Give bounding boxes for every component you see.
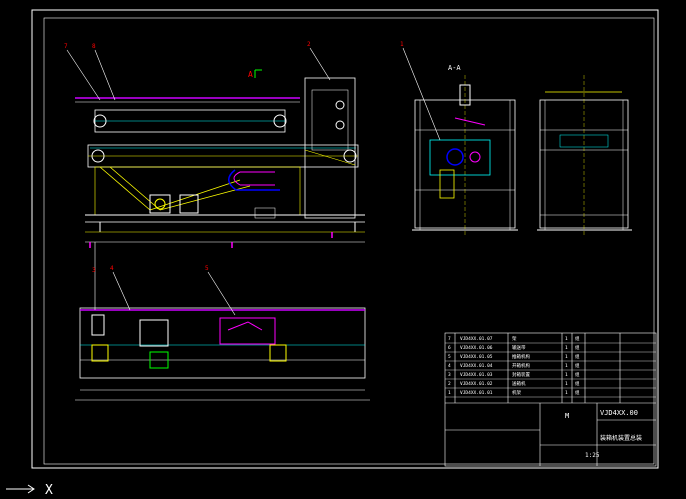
bom-cell-no: 2: [448, 381, 451, 387]
bom-cell-mat: 组: [575, 344, 580, 351]
bom-table: 7 VJD4XX.01.07 架 1 组 6 VJD4XX.01.06 输送带 1 组 5 VJD4X…: [445, 335, 656, 398]
bom-cell-code: VJD4XX.01.01: [460, 390, 493, 396]
leader-label: 7: [64, 43, 68, 50]
bom-cell-qty: 1: [565, 381, 568, 387]
part-number: VJD4XX.00: [600, 409, 638, 417]
bom-cell-name: 机架: [512, 389, 521, 396]
bom-cell-no: 3: [448, 372, 451, 378]
bom-cell-mat: 组: [575, 380, 580, 387]
bom-cell-name: 封箱装置: [512, 371, 530, 378]
bom-cell-name: 送箱机: [512, 380, 526, 387]
bom-row: 3 VJD4XX.01.03 封箱装置 1 组: [445, 371, 656, 380]
bom-cell-mat: 组: [575, 335, 580, 342]
bom-row: 4 VJD4XX.01.04 开箱机构 1 组: [445, 362, 656, 371]
bom-cell-qty: 1: [565, 345, 568, 351]
bom-cell-code: VJD4XX.01.04: [460, 363, 493, 369]
leader-label: 8: [92, 43, 96, 50]
leader-label: 4: [110, 265, 114, 272]
leader-labels: 7 8 2 1 3 4 5: [64, 41, 404, 274]
cad-drawing-canvas[interactable]: 7 VJD4XX.01.07 架 1 组 6 VJD4XX.01.06 输送带 1 组 5 VJD4X…: [0, 0, 686, 499]
bom-cell-code: VJD4XX.01.03: [460, 372, 493, 378]
drawing-title: 装箱机装置总装: [600, 434, 642, 442]
outer-frame: [31, 9, 659, 469]
bom-cell-no: 7: [448, 336, 451, 342]
bom-row: 5 VJD4XX.01.05 推箱机构 1 组: [445, 353, 656, 362]
scale-value: 1:25: [585, 452, 600, 459]
bom-row: 1 VJD4XX.01.01 机架 1 组: [445, 389, 656, 398]
bom-cell-qty: 1: [565, 390, 568, 396]
side-view-aa: [412, 75, 518, 235]
end-view: [537, 75, 632, 235]
bom-cell-mat: 组: [575, 353, 580, 360]
bom-cell-name: 开箱机构: [512, 362, 530, 369]
x-axis-label: X: [45, 483, 53, 498]
bom-cell-code: VJD4XX.01.05: [460, 354, 493, 360]
center-mark: M: [565, 412, 569, 420]
ucs-icon: [6, 484, 35, 494]
top-view: [75, 307, 370, 401]
bom-cell-mat: 组: [575, 389, 580, 396]
bom-cell-name: 输送带: [512, 344, 526, 351]
leader-lines: [66, 47, 441, 316]
bom-cell-code: VJD4XX.01.07: [460, 336, 493, 342]
bom-cell-mat: 组: [575, 371, 580, 378]
bom-cell-no: 5: [448, 354, 451, 360]
bom-cell-mat: 组: [575, 362, 580, 369]
bom-row: 6 VJD4XX.01.06 输送带 1 组: [445, 344, 656, 353]
section-label: A-A: [448, 64, 461, 72]
title-block: [444, 332, 657, 467]
bom-cell-no: 4: [448, 363, 451, 369]
leader-label: 5: [205, 265, 209, 272]
bom-cell-no: 1: [448, 390, 451, 396]
front-view: [75, 69, 365, 248]
leader-label: 2: [307, 41, 311, 48]
bom-cell-code: VJD4XX.01.02: [460, 381, 493, 387]
bom-cell-qty: 1: [565, 372, 568, 378]
bom-cell-code: VJD4XX.01.06: [460, 345, 493, 351]
bom-cell-qty: 1: [565, 354, 568, 360]
leader-label: 3: [92, 267, 96, 274]
bom-row: 2 VJD4XX.01.02 送箱机 1 组: [445, 380, 656, 389]
bom-row: 7 VJD4XX.01.07 架 1 组: [445, 335, 656, 344]
leader-label: 1: [400, 41, 404, 48]
bom-cell-qty: 1: [565, 363, 568, 369]
bom-cell-name: 架: [512, 336, 517, 342]
bom-cell-qty: 1: [565, 336, 568, 342]
bom-cell-no: 6: [448, 345, 451, 351]
bom-cell-name: 推箱机构: [512, 353, 530, 360]
view-marker: A: [248, 70, 253, 79]
